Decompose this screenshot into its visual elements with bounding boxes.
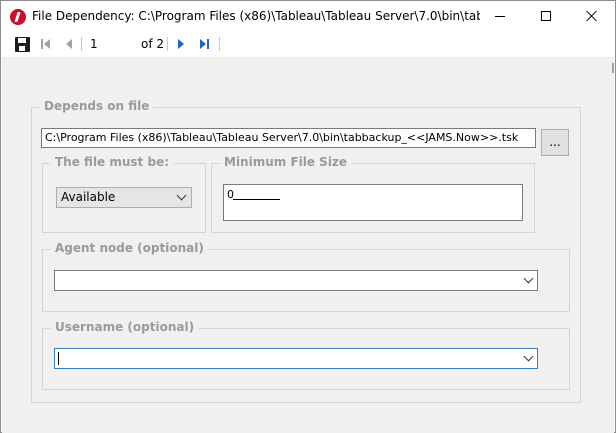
next-page-button[interactable] xyxy=(173,35,189,53)
minimum-file-size-legend: Minimum File Size xyxy=(220,155,352,169)
window-title: File Dependency: C:\Program Files (x86)\… xyxy=(32,9,480,23)
previous-page-button[interactable] xyxy=(61,35,77,53)
file-path-input[interactable]: C:\Program Files (x86)\Tableau\Tableau S… xyxy=(41,128,536,148)
minimize-button[interactable] xyxy=(477,1,523,31)
last-page-icon xyxy=(199,39,206,49)
agent-node-legend: Agent node (optional) xyxy=(51,241,208,255)
chevron-down-icon xyxy=(523,273,534,284)
close-button[interactable] xyxy=(569,1,615,31)
toolbar-separator xyxy=(167,37,168,51)
agent-node-combo[interactable] xyxy=(54,270,538,291)
page-number-input[interactable] xyxy=(86,34,136,54)
first-page-button[interactable] xyxy=(37,35,53,53)
toolbar-separator xyxy=(219,37,220,51)
minimize-icon xyxy=(495,15,505,17)
save-icon xyxy=(14,36,30,52)
file-status-value: Available xyxy=(61,190,116,204)
text-cursor xyxy=(58,352,59,365)
title-bar[interactable]: File Dependency: C:\Program Files (x86)\… xyxy=(1,1,615,31)
app-icon xyxy=(10,9,26,25)
toolbar-separator xyxy=(81,37,82,51)
minimum-file-size-input[interactable]: 0 xyxy=(223,184,523,221)
close-icon xyxy=(586,10,598,22)
chevron-down-icon xyxy=(176,190,187,201)
maximize-icon xyxy=(541,11,551,21)
chevron-down-icon xyxy=(523,351,534,362)
save-button[interactable] xyxy=(13,35,31,53)
file-dependency-window: File Dependency: C:\Program Files (x86)\… xyxy=(0,0,616,433)
file-must-be-legend: The file must be: xyxy=(51,155,173,169)
next-page-icon xyxy=(178,39,184,49)
username-combo[interactable] xyxy=(54,348,538,369)
depends-on-file-legend: Depends on file xyxy=(40,99,154,113)
size-input-underline xyxy=(233,199,280,200)
maximize-button[interactable] xyxy=(523,1,569,31)
file-status-select[interactable]: Available xyxy=(56,187,192,208)
page-count-label: of 2 xyxy=(141,37,165,51)
username-legend: Username (optional) xyxy=(51,320,199,334)
browse-button[interactable]: ... xyxy=(541,129,569,156)
last-page-button[interactable] xyxy=(196,35,212,53)
first-page-icon xyxy=(40,39,43,49)
previous-page-icon xyxy=(66,39,72,49)
scrollbar-marker[interactable] xyxy=(612,63,614,73)
